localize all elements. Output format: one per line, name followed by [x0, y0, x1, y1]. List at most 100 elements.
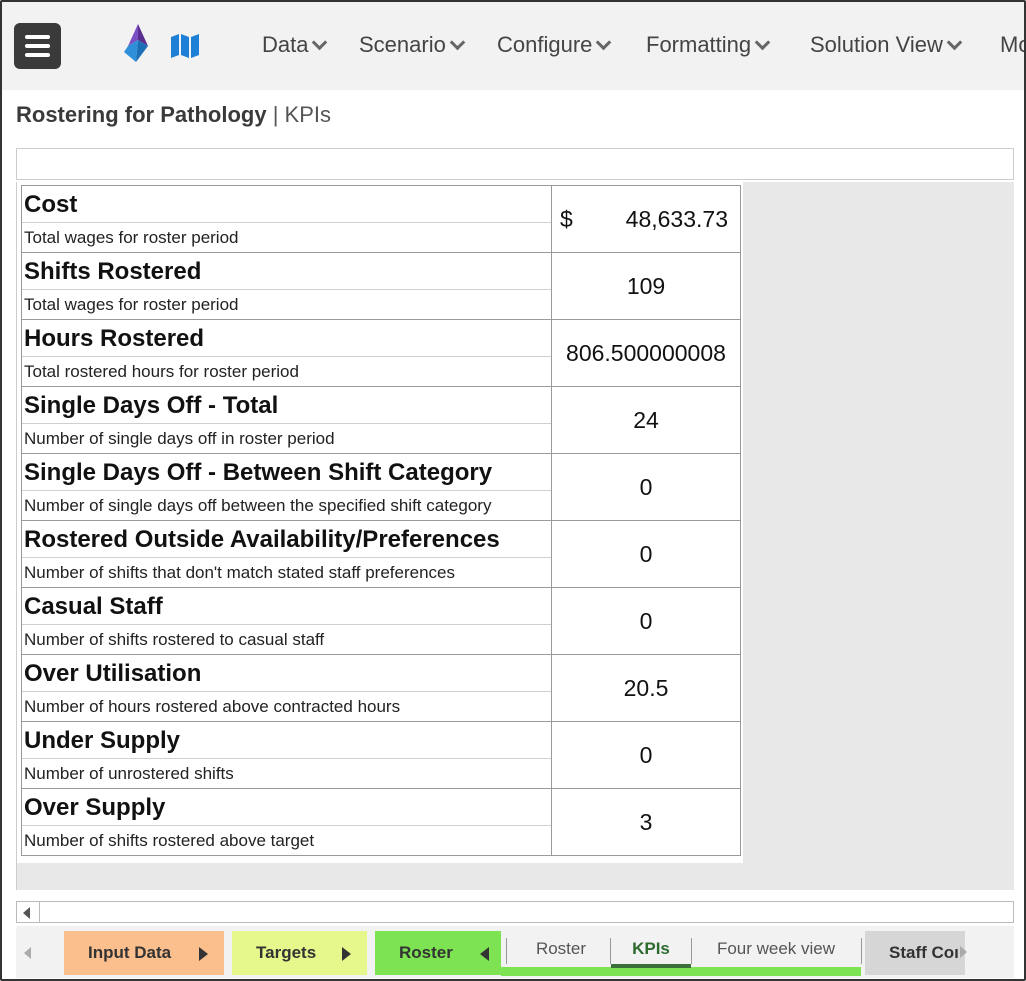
hamburger-menu-icon[interactable] — [14, 23, 61, 69]
menu-more[interactable]: Mo — [1000, 32, 1024, 58]
kpi-label-cell[interactable]: Rostered Outside Availability/Preference… — [21, 520, 552, 588]
menu-scenario-label: Scenario — [359, 32, 446, 57]
chevron-down-icon — [449, 34, 466, 51]
chevron-down-icon — [946, 34, 963, 51]
kpi-table: Cost Total wages for roster period $48,63… — [21, 185, 741, 856]
kpi-label-cell[interactable]: Shifts Rostered Total wages for roster pe… — [21, 252, 552, 320]
kpi-row: Over Utilisation Number of hours rostered… — [21, 654, 741, 722]
expand-right-icon[interactable] — [199, 947, 208, 961]
page-subtitle: KPIs — [284, 102, 331, 127]
kpi-row: Casual Staff Number of shifts rostered to… — [21, 587, 741, 655]
kpi-description: Number of unrostered shifts — [24, 764, 234, 783]
menu-configure-label: Configure — [497, 32, 593, 57]
chevron-down-icon — [596, 34, 612, 51]
tab-group-staff[interactable]: Staff Coı — [865, 931, 965, 975]
kpi-value-cell[interactable]: 806.500000008 — [551, 319, 741, 387]
app-title: Rostering for Pathology — [16, 102, 267, 127]
kpi-value-cell[interactable]: 20.5 — [551, 654, 741, 722]
kpi-description: Total wages for roster period — [24, 228, 239, 247]
kpi-value: 0 — [639, 741, 653, 768]
tab-label: Four week view — [716, 939, 836, 958]
scrollbar-divider — [39, 902, 40, 922]
kpi-value: 3 — [639, 808, 653, 835]
kpi-title: Casual Staff — [22, 588, 551, 625]
kpi-description: Number of shifts that don't match stated… — [24, 563, 455, 582]
tabs-scroll-left-icon[interactable] — [24, 947, 31, 959]
kpi-title: Shifts Rostered — [22, 253, 551, 290]
kpi-value: 0 — [639, 607, 653, 634]
kpi-label-cell[interactable]: Casual Staff Number of shifts rostered to… — [21, 587, 552, 655]
kpi-row: Single Days Off - Total Number of single … — [21, 386, 741, 454]
app-window: Data Scenario Configure Formatting Solut… — [0, 0, 1026, 981]
kpi-value-cell[interactable]: 0 — [551, 587, 741, 655]
menu-configure[interactable]: Configure — [497, 32, 612, 58]
tab-separator — [861, 938, 862, 964]
map-icon[interactable] — [171, 34, 199, 58]
tab-roster[interactable]: Roster — [511, 930, 611, 968]
chevron-down-icon — [754, 34, 771, 51]
kpi-value: 0 — [639, 540, 653, 567]
kpi-description: Number of single days off between the sp… — [24, 496, 492, 515]
kpi-value-cell[interactable]: $48,633.73 — [551, 185, 741, 253]
kpi-value: 0 — [639, 473, 653, 500]
kpi-value: 20.5 — [623, 674, 669, 701]
kpi-row: Cost Total wages for roster period $48,63… — [21, 185, 741, 253]
menu-formatting[interactable]: Formatting — [646, 32, 771, 58]
currency-symbol: $ — [560, 205, 573, 232]
kpi-description: Total wages for roster period — [24, 295, 239, 314]
tabs-scroll-right-icon[interactable] — [960, 946, 967, 958]
kpi-title: Cost — [22, 186, 551, 223]
kpi-value: 24 — [633, 406, 659, 433]
menu-solution-view-label: Solution View — [810, 32, 943, 57]
app-logo-icon[interactable] — [122, 24, 150, 62]
kpi-value-cell[interactable]: 0 — [551, 453, 741, 521]
tab-separator — [506, 938, 507, 964]
kpi-value: 48,633.73 — [625, 205, 728, 232]
menu-scenario[interactable]: Scenario — [359, 32, 466, 58]
menu-data[interactable]: Data — [262, 32, 328, 58]
expand-right-icon[interactable] — [342, 947, 351, 961]
kpi-value-cell[interactable]: 24 — [551, 386, 741, 454]
sheet-tabs-bar: Input Data Targets Roster Roster KPIs Fo… — [16, 926, 1014, 978]
kpi-row: Over Supply Number of shifts rostered abo… — [21, 788, 741, 856]
kpi-label-cell[interactable]: Single Days Off - Between Shift Category… — [21, 453, 552, 521]
scroll-left-icon[interactable] — [23, 907, 30, 919]
menu-data-label: Data — [262, 32, 309, 57]
chevron-down-icon — [312, 34, 328, 51]
kpi-title: Rostered Outside Availability/Preference… — [22, 521, 551, 558]
kpi-label-cell[interactable]: Under Supply Number of unrostered shifts — [21, 721, 552, 789]
kpi-row: Under Supply Number of unrostered shifts … — [21, 721, 741, 789]
kpi-value: 806.500000008 — [566, 339, 726, 366]
kpi-row: Shifts Rostered Total wages for roster pe… — [21, 252, 741, 320]
menu-solution-view[interactable]: Solution View — [810, 32, 963, 58]
kpi-value-cell[interactable]: 3 — [551, 788, 741, 856]
tab-group-targets[interactable]: Targets — [232, 931, 367, 975]
kpi-description: Number of hours rostered above contracte… — [24, 697, 401, 716]
sheet-area: Cost Total wages for roster period $48,63… — [16, 182, 1014, 890]
kpi-title: Single Days Off - Between Shift Category — [22, 454, 551, 491]
roster-group-underline — [501, 967, 861, 976]
kpi-label-cell[interactable]: Over Supply Number of shifts rostered abo… — [21, 788, 552, 856]
kpi-label-cell[interactable]: Single Days Off - Total Number of single … — [21, 386, 552, 454]
top-nav-bar: Data Scenario Configure Formatting Solut… — [2, 2, 1024, 90]
kpi-title: Hours Rostered — [22, 320, 551, 357]
kpi-title: Under Supply — [22, 722, 551, 759]
kpi-value-cell[interactable]: 0 — [551, 721, 741, 789]
title-separator: | — [272, 102, 279, 127]
kpi-title: Over Utilisation — [22, 655, 551, 692]
kpi-label-cell[interactable]: Hours Rostered Total rostered hours for r… — [21, 319, 552, 387]
tab-group-input-data[interactable]: Input Data — [64, 931, 224, 975]
kpi-description: Number of single days off in roster peri… — [24, 429, 335, 448]
tab-kpis[interactable]: KPIs — [611, 930, 691, 968]
formula-bar[interactable] — [16, 148, 1014, 180]
tab-group-label: Staff Coı — [889, 943, 959, 962]
kpi-value-cell[interactable]: 109 — [551, 252, 741, 320]
kpi-label-cell[interactable]: Over Utilisation Number of hours rostered… — [21, 654, 552, 722]
collapse-left-icon[interactable] — [480, 947, 489, 961]
tab-group-roster[interactable]: Roster — [375, 931, 501, 975]
tab-label: KPIs — [632, 939, 670, 958]
kpi-label-cell[interactable]: Cost Total wages for roster period — [21, 185, 552, 253]
tab-four-week-view[interactable]: Four week view — [692, 930, 860, 968]
horizontal-scrollbar[interactable] — [16, 901, 1014, 923]
kpi-value-cell[interactable]: 0 — [551, 520, 741, 588]
